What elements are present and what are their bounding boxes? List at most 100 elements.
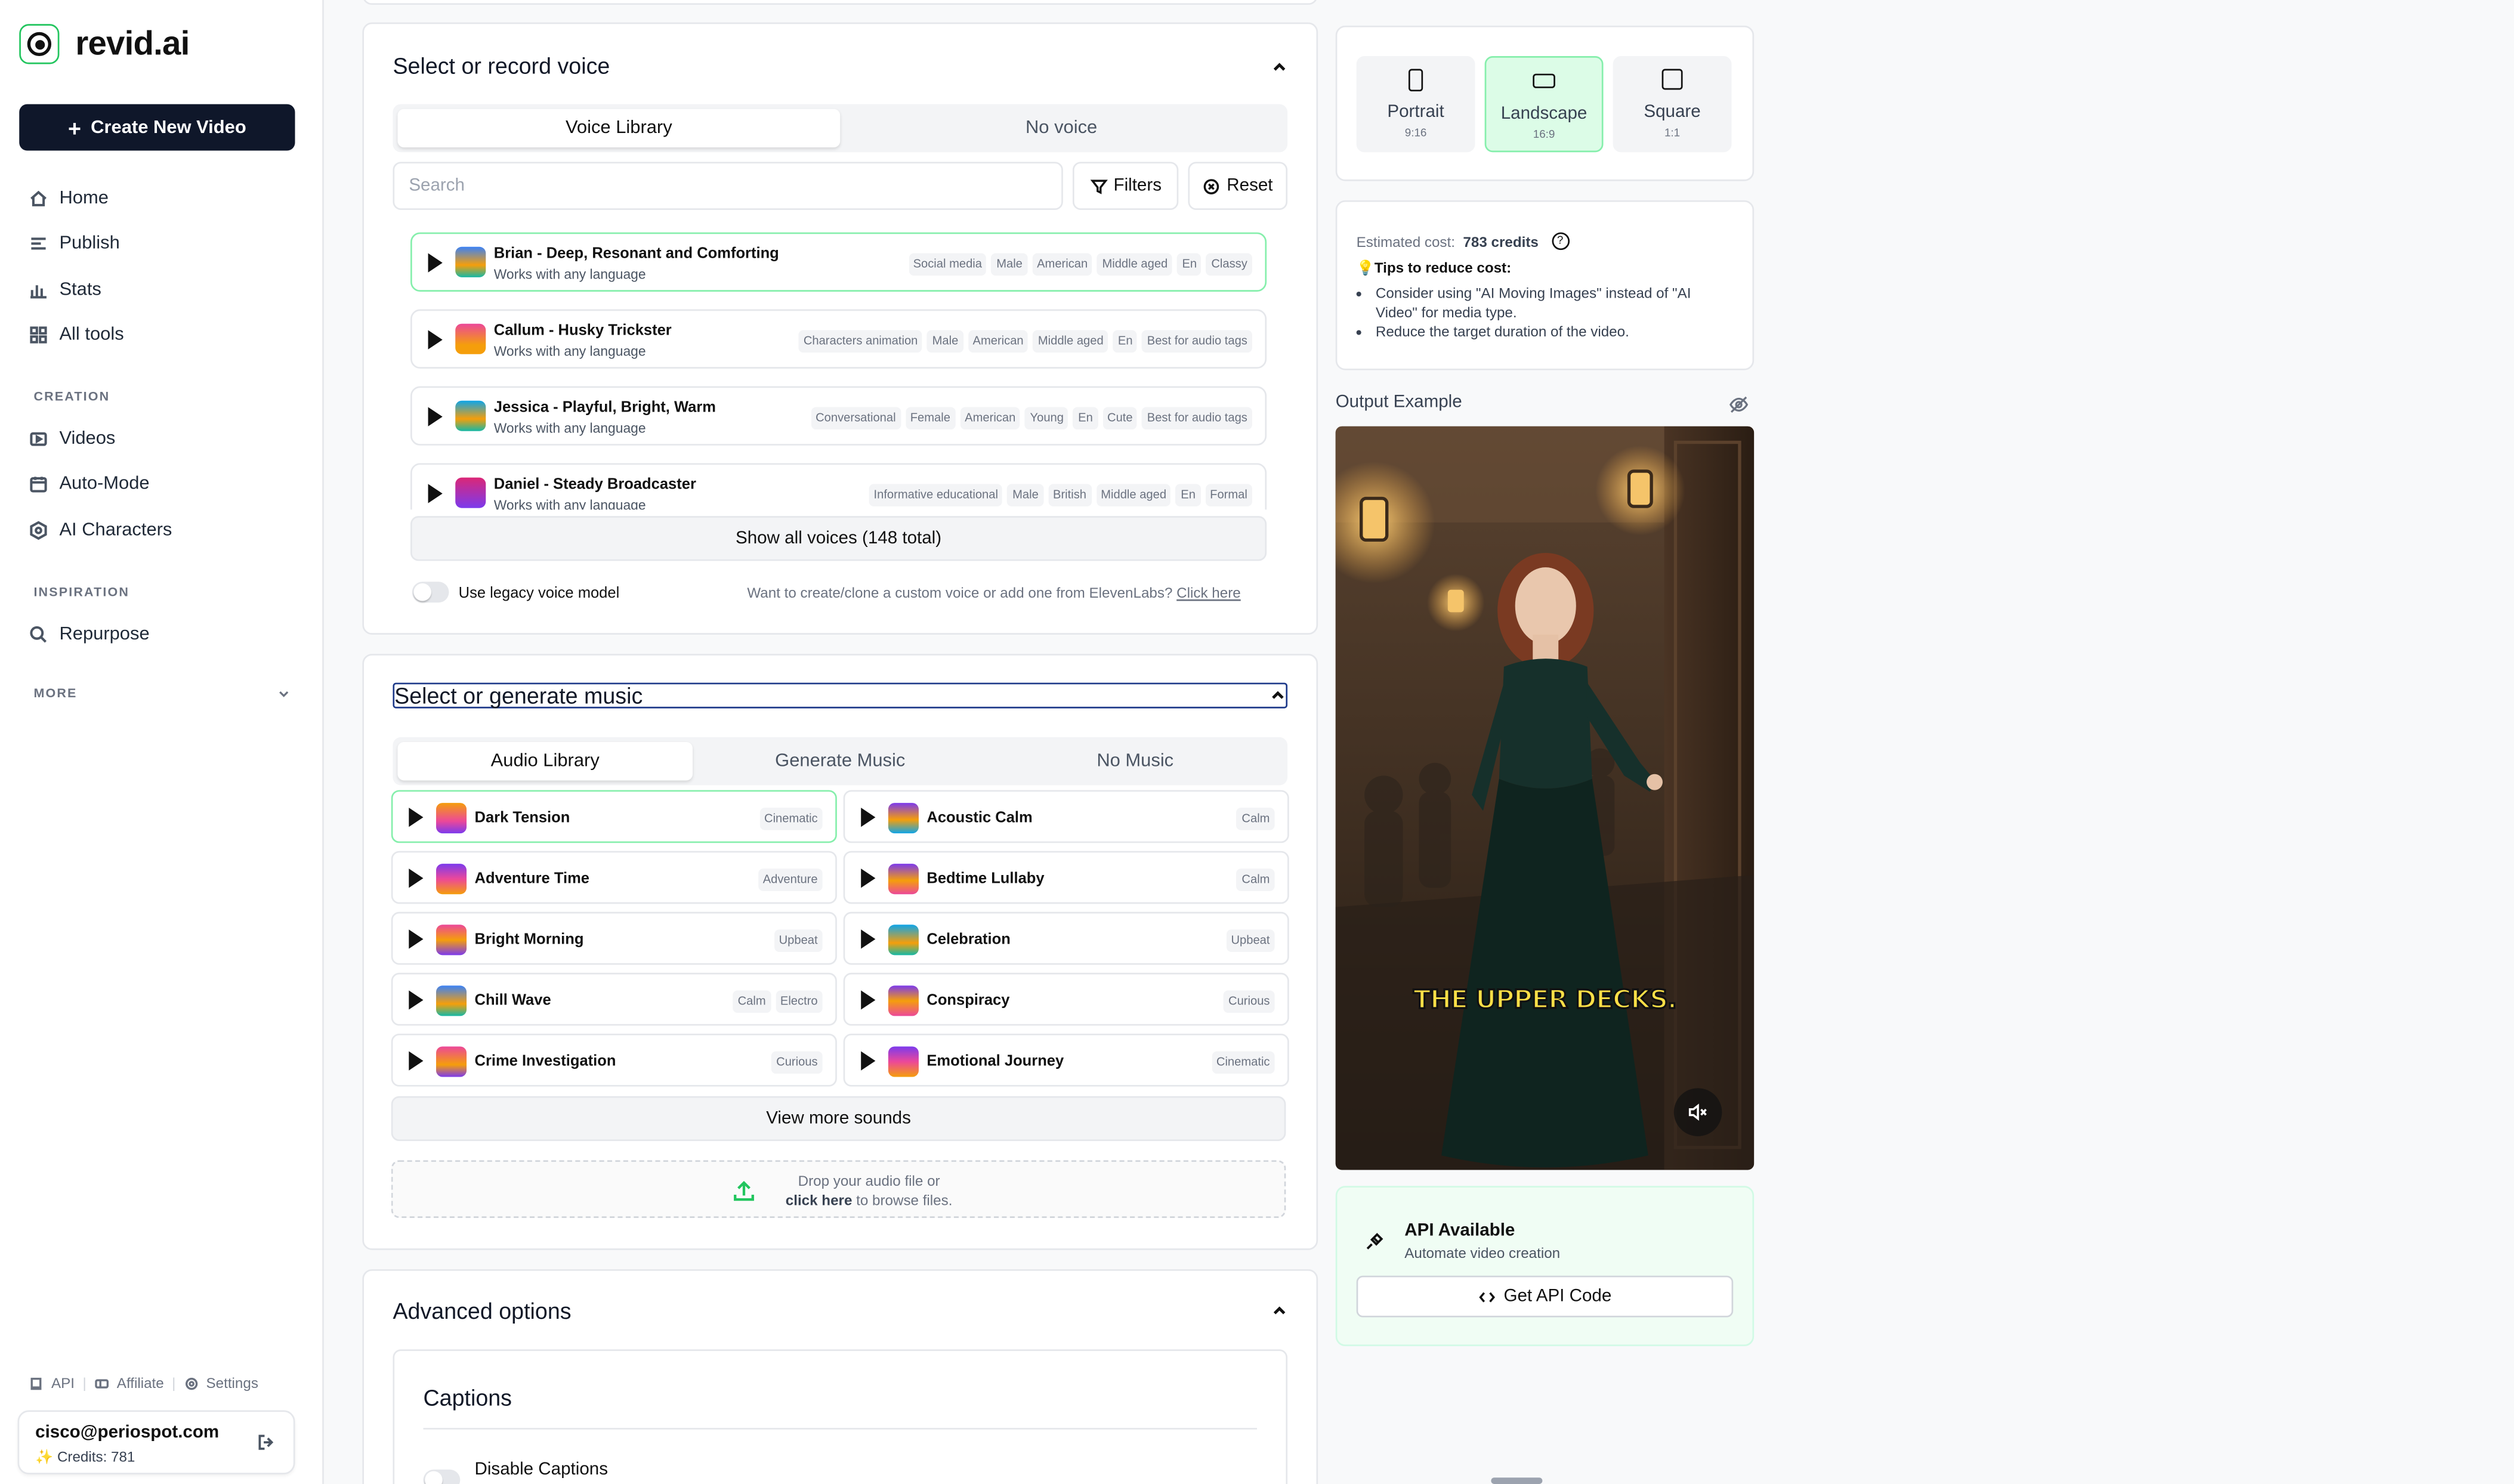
api-link[interactable]: API (51, 1375, 75, 1391)
legacy-voice-toggle[interactable] (412, 582, 449, 603)
more-toggle[interactable]: MORE (33, 686, 290, 700)
sidebar-item-videos[interactable]: Videos (19, 417, 304, 462)
play-icon[interactable] (409, 990, 424, 1010)
sidebar-item-publish[interactable]: Publish (19, 222, 304, 267)
sidebar-item-home[interactable]: Home (19, 177, 304, 222)
music-tags: Calm (1237, 868, 1275, 891)
aspect-portrait[interactable]: Portrait 9:16 (1356, 56, 1475, 153)
sidebar-item-label: Stats (59, 280, 101, 299)
chevron-up-icon[interactable] (1271, 1303, 1287, 1319)
play-icon[interactable] (409, 868, 424, 888)
sidebar-item-stats[interactable]: Stats (19, 267, 304, 313)
stats-icon (30, 285, 47, 298)
disable-captions-toggle[interactable] (423, 1469, 461, 1484)
eye-off-icon[interactable] (1728, 394, 1749, 415)
music-section-header[interactable]: Select or generate music (393, 682, 1288, 709)
custom-voice-link[interactable]: Click here (1176, 585, 1241, 601)
music-item[interactable]: Celebration Upbeat (843, 911, 1289, 965)
output-video[interactable]: THE UPPER DECKS. (1335, 426, 1755, 1170)
show-all-voices-button[interactable]: Show all voices (148 total) (410, 516, 1267, 561)
voice-subtitle: Works with any language (493, 496, 646, 510)
music-thumb (888, 925, 919, 956)
tab-audio-library[interactable]: Audio Library (397, 741, 693, 781)
legacy-voice-label: Use legacy voice model (458, 585, 620, 603)
aspect-ratio: 16:9 (1533, 129, 1555, 141)
play-icon[interactable] (409, 1051, 424, 1071)
voice-search-input[interactable] (393, 162, 1063, 210)
play-icon[interactable] (861, 1051, 876, 1071)
aspect-landscape[interactable]: Landscape 16:9 (1484, 56, 1604, 153)
music-item[interactable]: Emotional Journey Cinematic (843, 1033, 1289, 1087)
play-icon[interactable] (409, 808, 424, 827)
create-new-video-button[interactable]: + Create New Video (19, 104, 295, 151)
scrollbar[interactable] (1491, 1477, 1543, 1484)
logout-icon[interactable] (257, 1433, 276, 1452)
aspect-label: Landscape (1500, 104, 1588, 123)
affiliate-link[interactable]: Affiliate (117, 1375, 164, 1391)
settings-link[interactable]: Settings (206, 1375, 258, 1391)
tab-generate-music[interactable]: Generate Music (693, 742, 988, 780)
voice-name: Brian - Deep, Resonant and Comforting (493, 245, 779, 263)
aspect-square[interactable]: Square 1:1 (1613, 56, 1732, 153)
sidebar-item-repurpose[interactable]: Repurpose (19, 612, 304, 657)
filters-button[interactable]: Filters (1072, 162, 1179, 210)
play-icon[interactable] (428, 484, 443, 503)
mute-button[interactable] (1673, 1088, 1722, 1136)
video-icon (30, 432, 47, 446)
music-item[interactable]: Bedtime Lullaby Calm (843, 851, 1289, 904)
play-icon[interactable] (861, 990, 876, 1010)
voice-item-jessica[interactable]: Jessica - Playful, Bright, Warm Works wi… (410, 386, 1267, 446)
tag: Informative educational (869, 484, 1003, 507)
tab-no-voice[interactable]: No voice (840, 109, 1283, 147)
tag: Characters animation (798, 330, 923, 353)
music-item[interactable]: Bright Morning Upbeat (391, 911, 837, 965)
music-tags: Cinematic (759, 808, 823, 830)
divider: | (82, 1375, 87, 1392)
aspect-label: Portrait (1387, 102, 1444, 122)
music-item[interactable]: Dark Tension Cinematic (391, 790, 837, 843)
tag: Curious (771, 1051, 823, 1074)
voice-list: Brian - Deep, Resonant and Comforting Wo… (391, 228, 1283, 510)
play-icon[interactable] (428, 330, 443, 350)
browse-link[interactable]: click here (786, 1192, 853, 1208)
music-item[interactable]: Chill Wave Calm Electro (391, 972, 837, 1026)
sidebar-item-ai-characters[interactable]: AI Characters (19, 508, 304, 553)
sidebar-item-all-tools[interactable]: All tools (19, 313, 304, 358)
chevron-down-icon (279, 690, 289, 697)
music-item[interactable]: Acoustic Calm Calm (843, 790, 1289, 843)
music-thumb (436, 864, 467, 895)
music-thumb (436, 1046, 467, 1077)
play-icon[interactable] (428, 407, 443, 426)
voice-item-daniel[interactable]: Daniel - Steady Broadcaster Works with a… (410, 463, 1267, 510)
tag: Cinematic (759, 808, 823, 830)
reset-button[interactable]: Reset (1188, 162, 1288, 210)
book-icon (30, 1377, 42, 1389)
play-icon[interactable] (861, 808, 876, 827)
voice-item-brian[interactable]: Brian - Deep, Resonant and Comforting Wo… (410, 232, 1267, 292)
music-item[interactable]: Adventure Time Adventure (391, 851, 837, 904)
voice-item-callum[interactable]: Callum - Husky Trickster Works with any … (410, 309, 1267, 369)
music-tags: Curious (1223, 990, 1275, 1013)
tab-no-music[interactable]: No Music (988, 742, 1283, 780)
filters-label: Filters (1113, 176, 1162, 196)
play-icon[interactable] (861, 868, 876, 888)
music-item[interactable]: Crime Investigation Curious (391, 1033, 837, 1087)
logo[interactable]: revid.ai (19, 24, 190, 64)
audio-dropzone[interactable]: Drop your audio file or click here to br… (391, 1160, 1286, 1218)
get-api-code-button[interactable]: Get API Code (1356, 1275, 1734, 1318)
tag: American (960, 407, 1021, 430)
cost-value: 783 credits (1463, 233, 1539, 249)
play-icon[interactable] (428, 253, 443, 273)
nav-main: Home Publish Stats All tools (19, 177, 304, 358)
chevron-up-icon[interactable] (1271, 59, 1287, 75)
play-icon[interactable] (409, 929, 424, 949)
sidebar-item-auto-mode[interactable]: Auto-Mode (19, 462, 304, 508)
advanced-section: Advanced options Captions Disable Captio… (362, 1269, 1318, 1484)
music-item[interactable]: Conspiracy Curious (843, 972, 1289, 1026)
help-icon[interactable]: ? (1551, 232, 1569, 251)
play-icon[interactable] (861, 929, 876, 949)
view-more-sounds-button[interactable]: View more sounds (391, 1096, 1286, 1142)
tab-voice-library[interactable]: Voice Library (397, 109, 841, 148)
api-title: API Available (1404, 1221, 1515, 1241)
nav-creation: Videos Auto-Mode AI Characters (19, 417, 304, 553)
